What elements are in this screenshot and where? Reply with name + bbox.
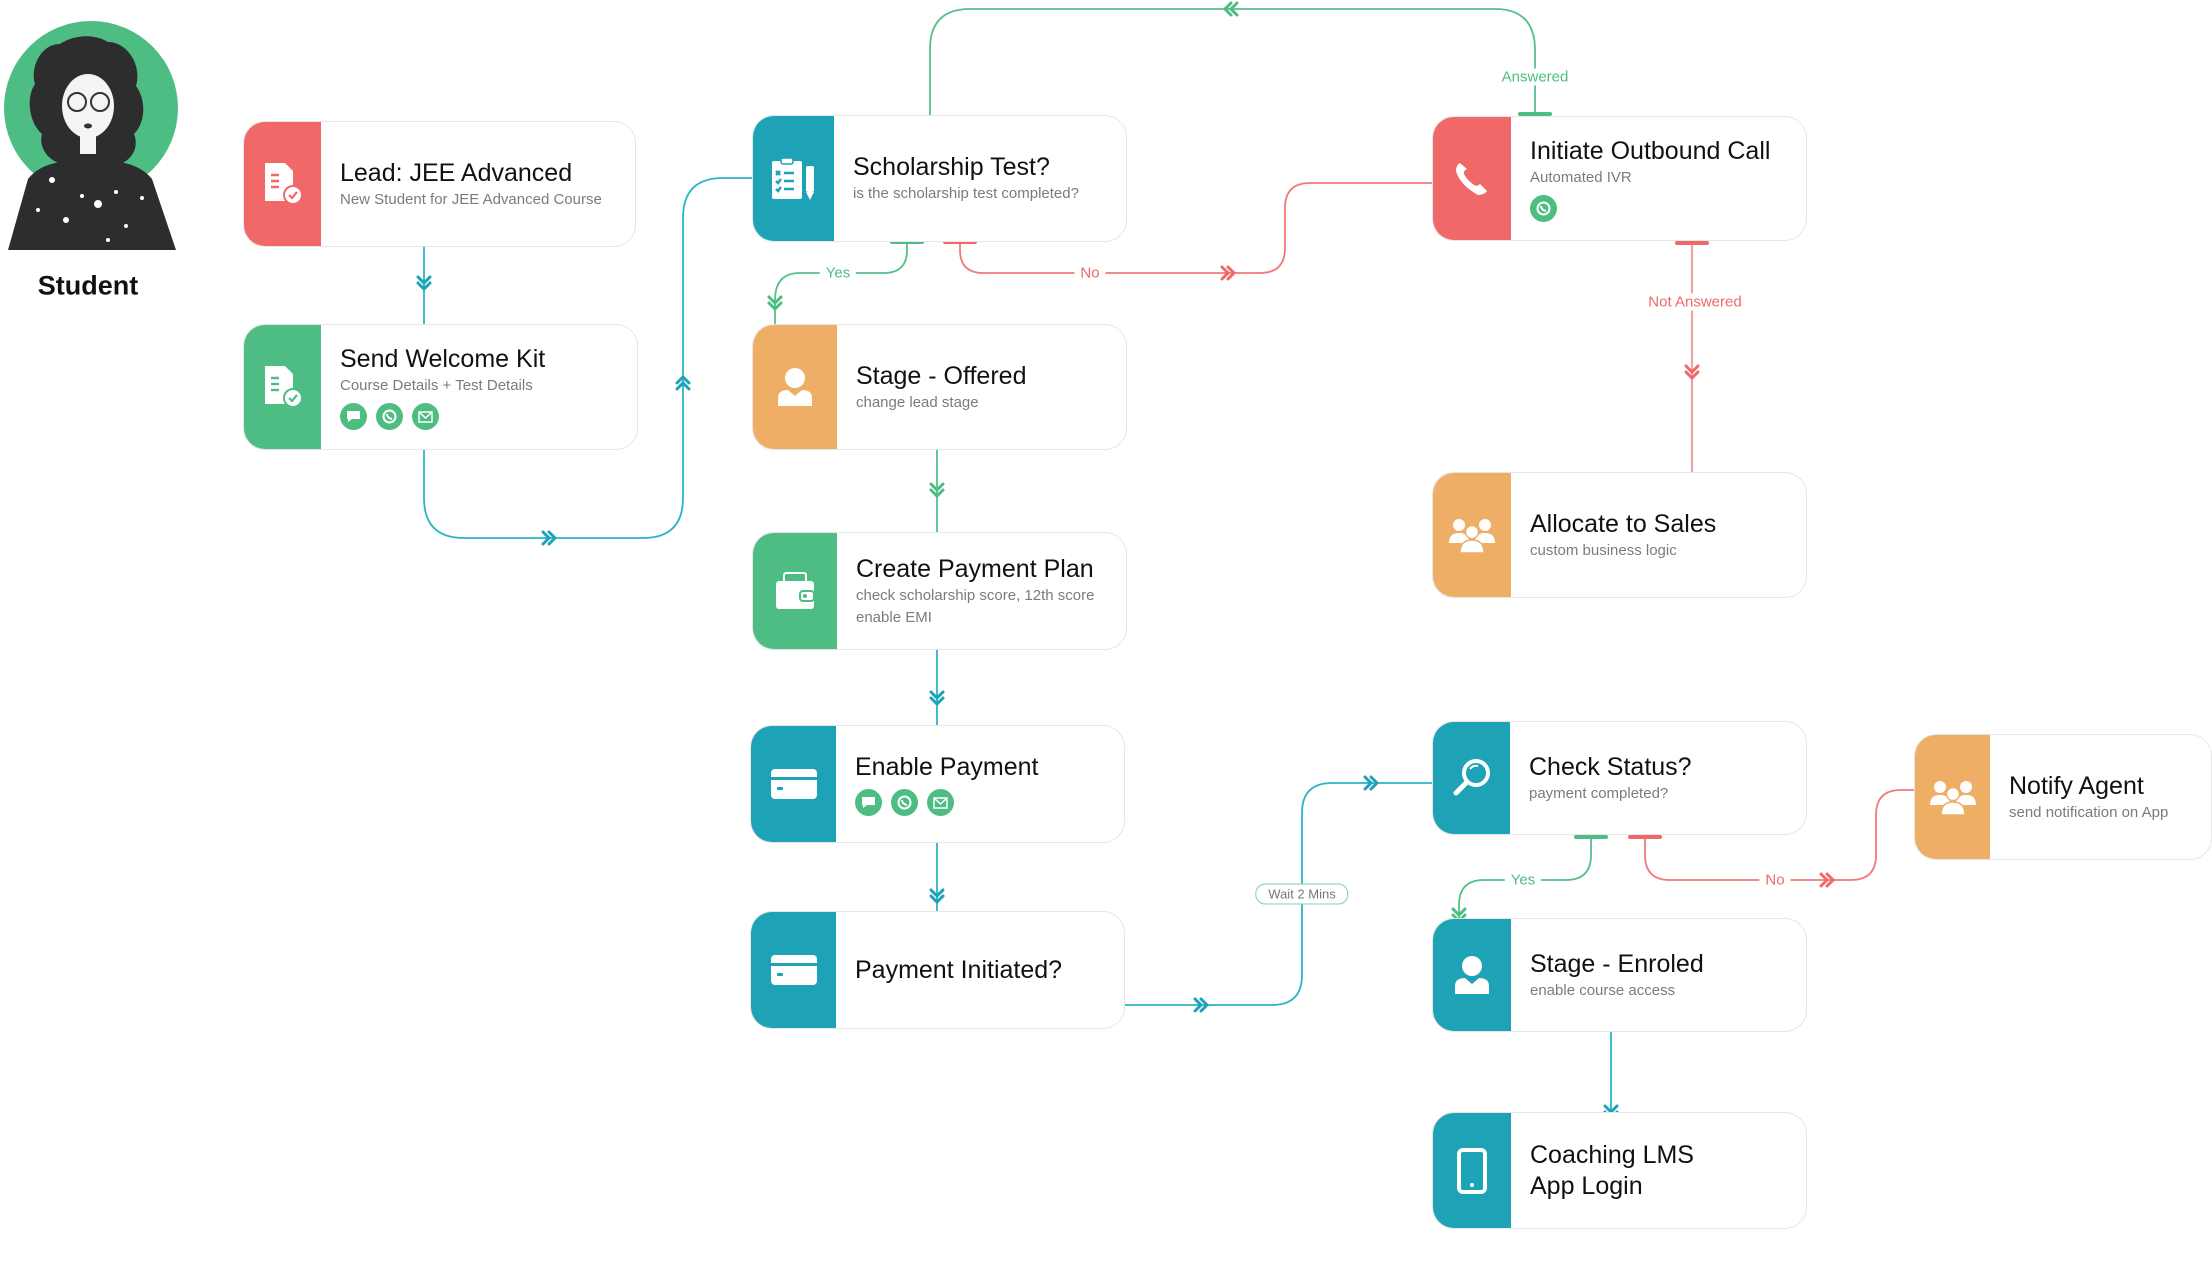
- credit-card-icon: [751, 726, 836, 842]
- magnifier-icon: [1433, 722, 1510, 834]
- node-title: Coaching LMS: [1530, 1140, 1694, 1169]
- port-call-not-answered: [1675, 241, 1709, 245]
- node-stage-offered[interactable]: Stage - Offered change lead stage: [752, 324, 1127, 450]
- node-title: Payment Initiated?: [855, 955, 1063, 984]
- node-create-payment-plan[interactable]: Create Payment Plan check scholarship sc…: [752, 532, 1127, 650]
- node-notify-agent[interactable]: Notify Agent send notification on App: [1914, 734, 2212, 860]
- edge-label-no: No: [1759, 871, 1791, 889]
- edge-label-answered: Answered: [1495, 68, 1575, 86]
- whatsapp-icon[interactable]: [891, 789, 918, 816]
- group-icon: [1433, 473, 1511, 597]
- email-icon[interactable]: [927, 789, 954, 816]
- clipboard-checklist-icon: [753, 116, 834, 241]
- mobile-phone-icon: [1433, 1113, 1511, 1228]
- node-payment-initiated[interactable]: Payment Initiated?: [750, 911, 1125, 1029]
- node-scholarship-test[interactable]: Scholarship Test? is the scholarship tes…: [752, 115, 1127, 242]
- node-subtitle-line2: enable EMI: [856, 608, 932, 626]
- node-title: Enable Payment: [855, 753, 1039, 781]
- node-title: Initiate Outbound Call: [1530, 136, 1771, 165]
- node-coaching-lms-login[interactable]: Coaching LMS App Login: [1432, 1112, 1807, 1229]
- port-status-no: [1628, 835, 1662, 839]
- node-title: Notify Agent: [2009, 771, 2144, 800]
- actor-label: Student: [37, 270, 139, 301]
- node-title: Lead: JEE Advanced: [340, 158, 573, 187]
- node-title: Scholarship Test?: [853, 153, 1050, 181]
- node-title: Create Payment Plan: [856, 554, 1094, 583]
- node-subtitle: send notification on App: [2009, 803, 2169, 821]
- node-allocate-to-sales[interactable]: Allocate to Sales custom business logic: [1432, 472, 1807, 598]
- wallet-icon: [753, 533, 837, 649]
- whatsapp-icon[interactable]: [1530, 194, 1557, 222]
- phone-icon: [1433, 117, 1511, 240]
- node-title: Allocate to Sales: [1530, 509, 1717, 538]
- sms-icon[interactable]: [340, 403, 367, 430]
- credit-card-icon: [751, 912, 836, 1028]
- wait-delay-badge[interactable]: Wait 2 Mins: [1255, 883, 1349, 905]
- user-icon: [753, 325, 837, 449]
- node-title: Check Status?: [1529, 752, 1692, 781]
- node-check-status[interactable]: Check Status? payment completed?: [1432, 721, 1807, 835]
- node-title: Stage - Offered: [856, 361, 1027, 390]
- node-title: Send Welcome Kit: [340, 345, 546, 373]
- node-enable-payment[interactable]: Enable Payment: [750, 725, 1125, 843]
- student-avatar: [4, 21, 178, 250]
- group-icon: [1915, 735, 1990, 859]
- edge-label-not-answered: Not Answered: [1642, 293, 1748, 311]
- node-subtitle: change lead stage: [856, 393, 979, 411]
- user-icon: [1433, 919, 1511, 1031]
- port-status-yes: [1574, 835, 1608, 839]
- node-subtitle: enable course access: [1530, 981, 1676, 999]
- whatsapp-icon[interactable]: [376, 403, 403, 430]
- node-lead[interactable]: Lead: JEE Advanced New Student for JEE A…: [243, 121, 636, 247]
- node-title-line2: App Login: [1530, 1171, 1643, 1200]
- node-send-welcome-kit[interactable]: Send Welcome Kit Course Details + Test D…: [243, 324, 638, 450]
- edge-call-answered: [929, 8, 1536, 116]
- edge-label-yes: Yes: [1504, 871, 1542, 889]
- edge-scholarship-yes: [774, 243, 908, 324]
- node-subtitle: Course Details + Test Details: [340, 377, 533, 394]
- node-initiate-outbound-call[interactable]: Initiate Outbound Call Automated IVR: [1432, 116, 1807, 241]
- node-subtitle: is the scholarship test completed?: [853, 185, 1079, 202]
- edge-label-no: No: [1074, 264, 1106, 282]
- document-check-icon: [244, 122, 321, 246]
- node-stage-enroled[interactable]: Stage - Enroled enable course access: [1432, 918, 1807, 1032]
- node-subtitle: Automated IVR: [1530, 168, 1632, 186]
- node-subtitle: check scholarship score, 12th score: [856, 586, 1095, 604]
- node-subtitle: custom business logic: [1530, 541, 1677, 559]
- edge-label-yes: Yes: [819, 264, 857, 282]
- node-subtitle: payment completed?: [1529, 784, 1669, 802]
- email-icon[interactable]: [412, 403, 439, 430]
- node-title: Stage - Enroled: [1530, 949, 1704, 978]
- node-subtitle: New Student for JEE Advanced Course: [340, 190, 602, 208]
- document-check-icon: [244, 325, 321, 449]
- sms-icon[interactable]: [855, 789, 882, 816]
